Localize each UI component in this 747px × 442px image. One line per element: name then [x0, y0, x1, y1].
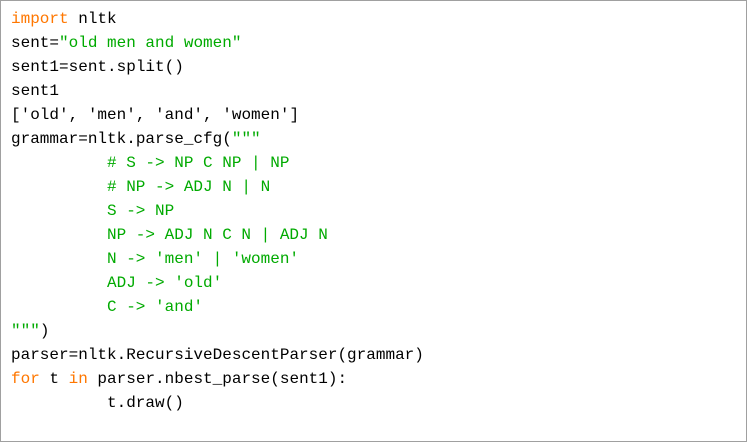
grammar-rule: C -> 'and': [107, 298, 204, 316]
code-line-4: sent1: [11, 79, 746, 103]
code-line-14: """): [11, 319, 746, 343]
code-line-6: grammar=nltk.parse_cfg(""": [11, 127, 746, 151]
keyword-in: in: [68, 370, 88, 388]
code-line-11: N -> 'men' | 'women': [11, 247, 746, 271]
code-line-1: import nltk: [11, 7, 746, 31]
code-line-9: S -> NP: [11, 199, 746, 223]
string-literal: """: [11, 322, 40, 340]
code-line-5-output: ['old', 'men', 'and', 'women']: [11, 103, 746, 127]
grammar-comment: # S -> NP C NP | NP: [107, 154, 290, 172]
code-line-15: parser=nltk.RecursiveDescentParser(gramm…: [11, 343, 746, 367]
code-area[interactable]: import nltk sent="old men and women" sent1…: [11, 7, 746, 415]
grammar-rule: ADJ -> 'old': [107, 274, 223, 292]
code-text: parser.nbest_parse(sent1):: [87, 370, 348, 388]
grammar-rule: S -> NP: [107, 202, 175, 220]
grammar-comment: # NP -> ADJ N | N: [107, 178, 271, 196]
string-literal: """: [231, 130, 261, 148]
code-text: nltk: [68, 10, 117, 28]
grammar-rule: NP -> ADJ N C N | ADJ N: [107, 226, 328, 244]
code-line-17: t.draw(): [11, 391, 746, 415]
keyword-import: import: [11, 10, 69, 28]
code-editor[interactable]: import nltk sent="old men and women" sent1…: [0, 0, 747, 442]
code-line-7: # S -> NP C NP | NP: [11, 151, 746, 175]
code-text: ): [39, 322, 50, 340]
code-text: grammar=nltk.parse_cfg(: [11, 130, 232, 148]
code-text: t: [39, 370, 69, 388]
output-text: ['old', 'men', 'and', 'women']: [11, 106, 300, 124]
code-line-13: C -> 'and': [11, 295, 746, 319]
keyword-for: for: [11, 370, 40, 388]
code-line-12: ADJ -> 'old': [11, 271, 746, 295]
code-line-8: # NP -> ADJ N | N: [11, 175, 746, 199]
string-literal: "old men and women": [59, 34, 242, 52]
code-text: sent1: [11, 82, 60, 100]
grammar-rule: N -> 'men' | 'women': [107, 250, 300, 268]
code-line-16: for t in parser.nbest_parse(sent1):: [11, 367, 746, 391]
code-line-10: NP -> ADJ N C N | ADJ N: [11, 223, 746, 247]
code-text: sent1=sent.split(): [11, 58, 184, 76]
code-line-3: sent1=sent.split(): [11, 55, 746, 79]
code-text: parser=nltk.RecursiveDescentParser(gramm…: [11, 346, 424, 364]
code-line-2: sent="old men and women": [11, 31, 746, 55]
code-text: t.draw(): [107, 394, 184, 412]
code-text: sent=: [11, 34, 60, 52]
